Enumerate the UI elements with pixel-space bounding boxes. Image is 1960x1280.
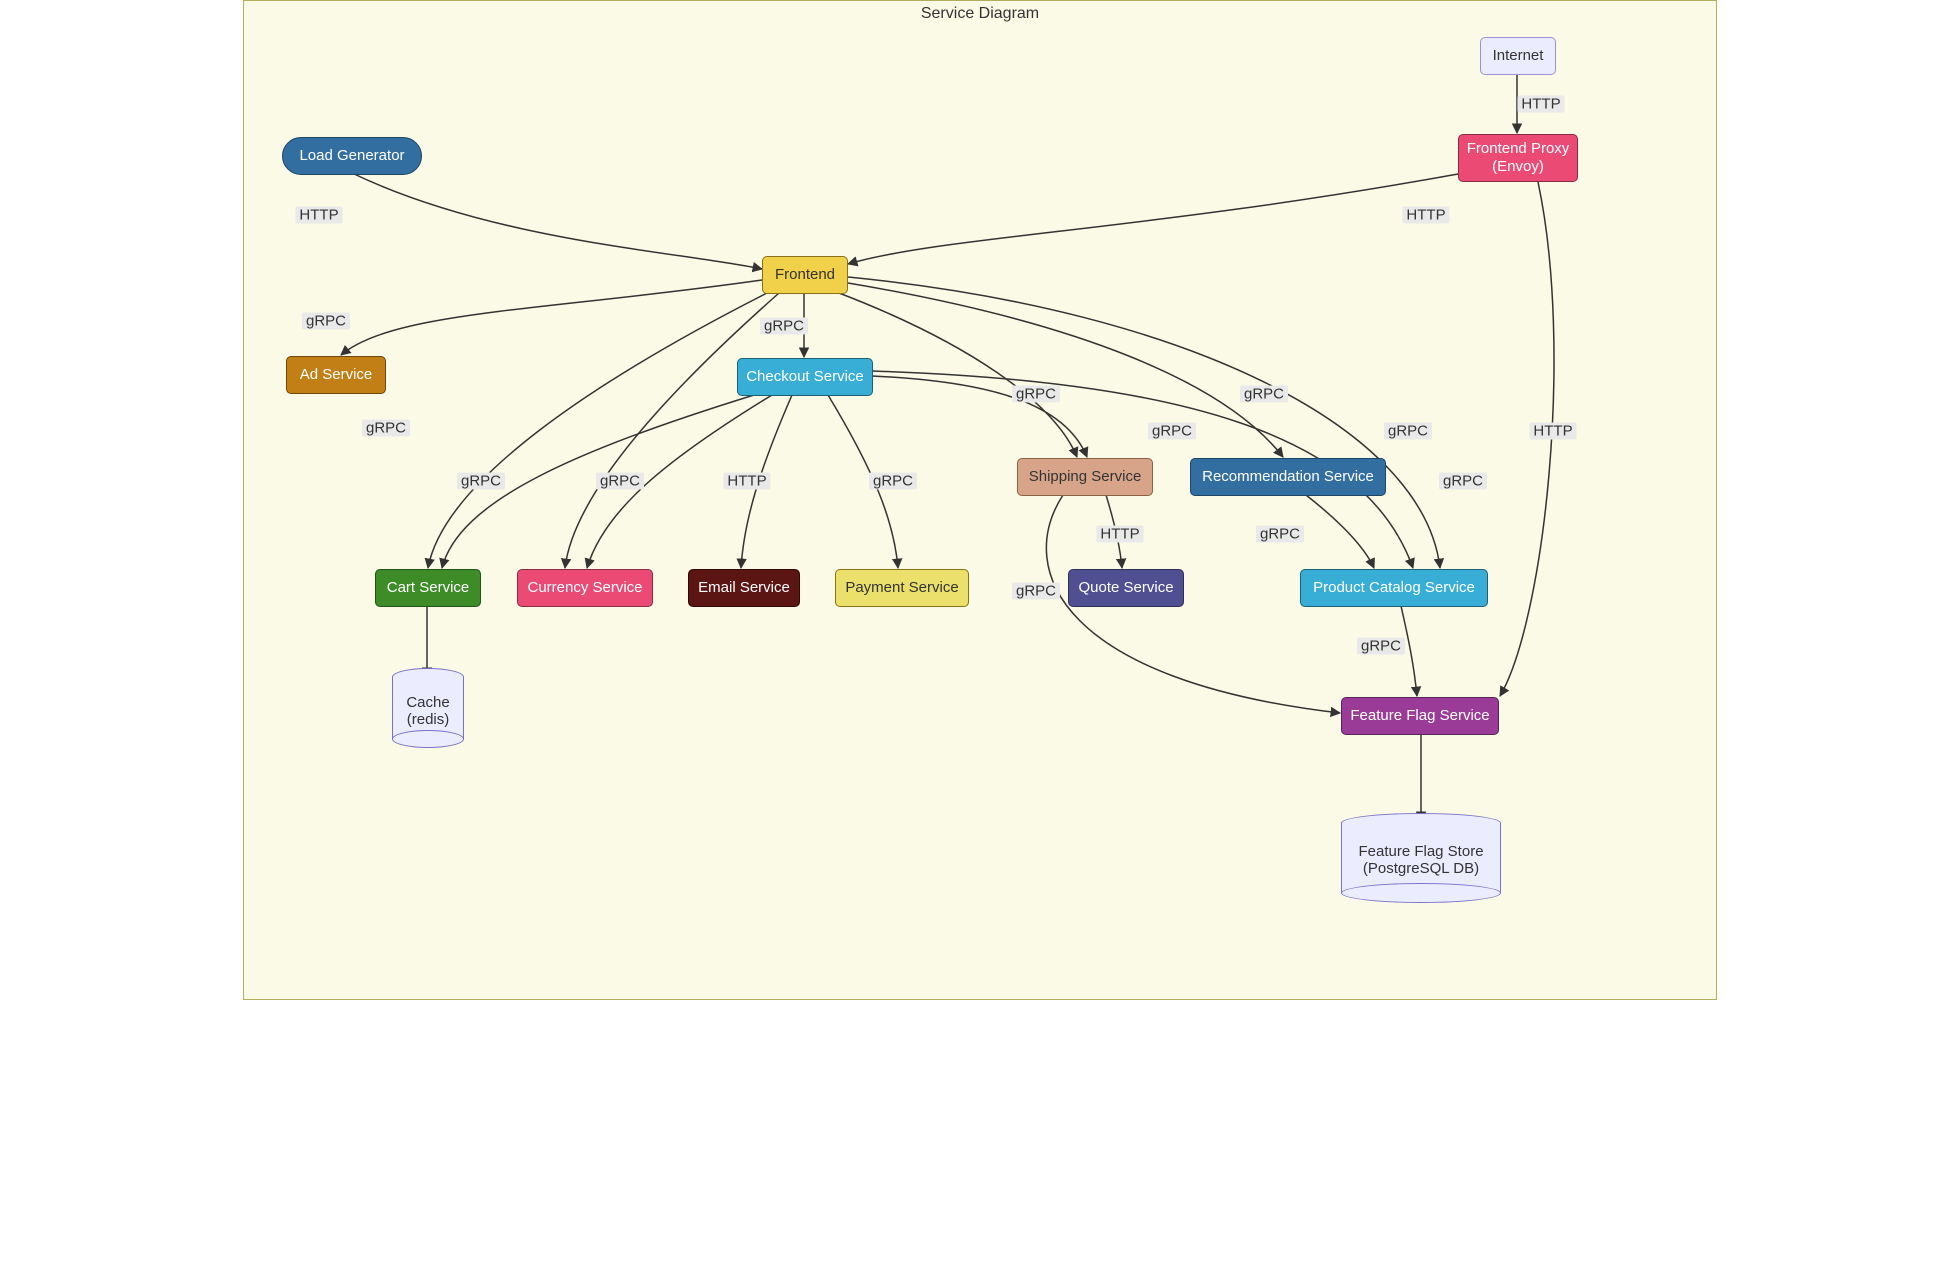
edge-frontend-ad — [341, 280, 762, 355]
edge-label-shipping-ffs: gRPC — [1012, 583, 1060, 600]
node-cache-redis: Cache (redis) — [392, 668, 464, 748]
edge-loadgen-frontend — [352, 173, 762, 269]
node-quote-service: Quote Service — [1068, 569, 1184, 607]
edge-label-frontend-checkout: gRPC — [760, 318, 808, 335]
edge-label-checkout-email: HTTP — [723, 473, 770, 490]
edge-label-checkout-cart: gRPC — [457, 473, 505, 490]
node-payment-service: Payment Service — [835, 569, 969, 607]
edge-label-shipping-quote: HTTP — [1096, 526, 1143, 543]
edge-label-checkout-payment: gRPC — [869, 473, 917, 490]
edge-frontend-catalog — [848, 277, 1440, 568]
edge-label-frontend-catalog: gRPC — [1384, 423, 1432, 440]
node-cart-service: Cart Service — [375, 569, 481, 607]
edge-label-proxy-ffs: HTTP — [1529, 423, 1576, 440]
node-product-catalog-service: Product Catalog Service — [1300, 569, 1488, 607]
edge-proxy-frontend — [848, 174, 1458, 264]
edge-label-proxy-frontend: HTTP — [1402, 207, 1449, 224]
node-feature-flag-store: Feature Flag Store (PostgreSQL DB) — [1341, 813, 1501, 903]
node-recommendation-service: Recommendation Service — [1190, 458, 1386, 496]
edge-label-checkout-currency: gRPC — [596, 473, 644, 490]
edge-label-frontend-shipping: gRPC — [1012, 386, 1060, 403]
edge-label-frontend-ad: gRPC — [302, 313, 350, 330]
edge-label-frontend-reco: gRPC — [1240, 386, 1288, 403]
service-diagram-canvas: Service Diagram — [243, 0, 1717, 1000]
edge-label-checkout-catalog: gRPC — [1439, 473, 1487, 490]
edge-label-catalog-ffs: gRPC — [1357, 638, 1405, 655]
node-load-generator: Load Generator — [282, 137, 422, 175]
node-ad-service: Ad Service — [286, 356, 386, 394]
edge-label-checkout-shipping: gRPC — [1148, 423, 1196, 440]
edge-label-loadgen-frontend: HTTP — [295, 207, 342, 224]
edge-frontend-reco — [848, 283, 1283, 457]
node-frontend-proxy: Frontend Proxy (Envoy) — [1458, 134, 1578, 182]
node-checkout-service: Checkout Service — [737, 358, 873, 396]
edge-reco-catalog — [1306, 495, 1374, 568]
node-frontend: Frontend — [762, 256, 848, 294]
node-currency-service: Currency Service — [517, 569, 653, 607]
edge-label-internet-proxy: HTTP — [1517, 96, 1564, 113]
node-email-service: Email Service — [688, 569, 800, 607]
edge-label-reco-catalog: gRPC — [1256, 526, 1304, 543]
node-feature-flag-service: Feature Flag Service — [1341, 697, 1499, 735]
node-shipping-service: Shipping Service — [1017, 458, 1153, 496]
node-internet: Internet — [1480, 37, 1556, 75]
edge-label-frontend-cart: gRPC — [362, 420, 410, 437]
